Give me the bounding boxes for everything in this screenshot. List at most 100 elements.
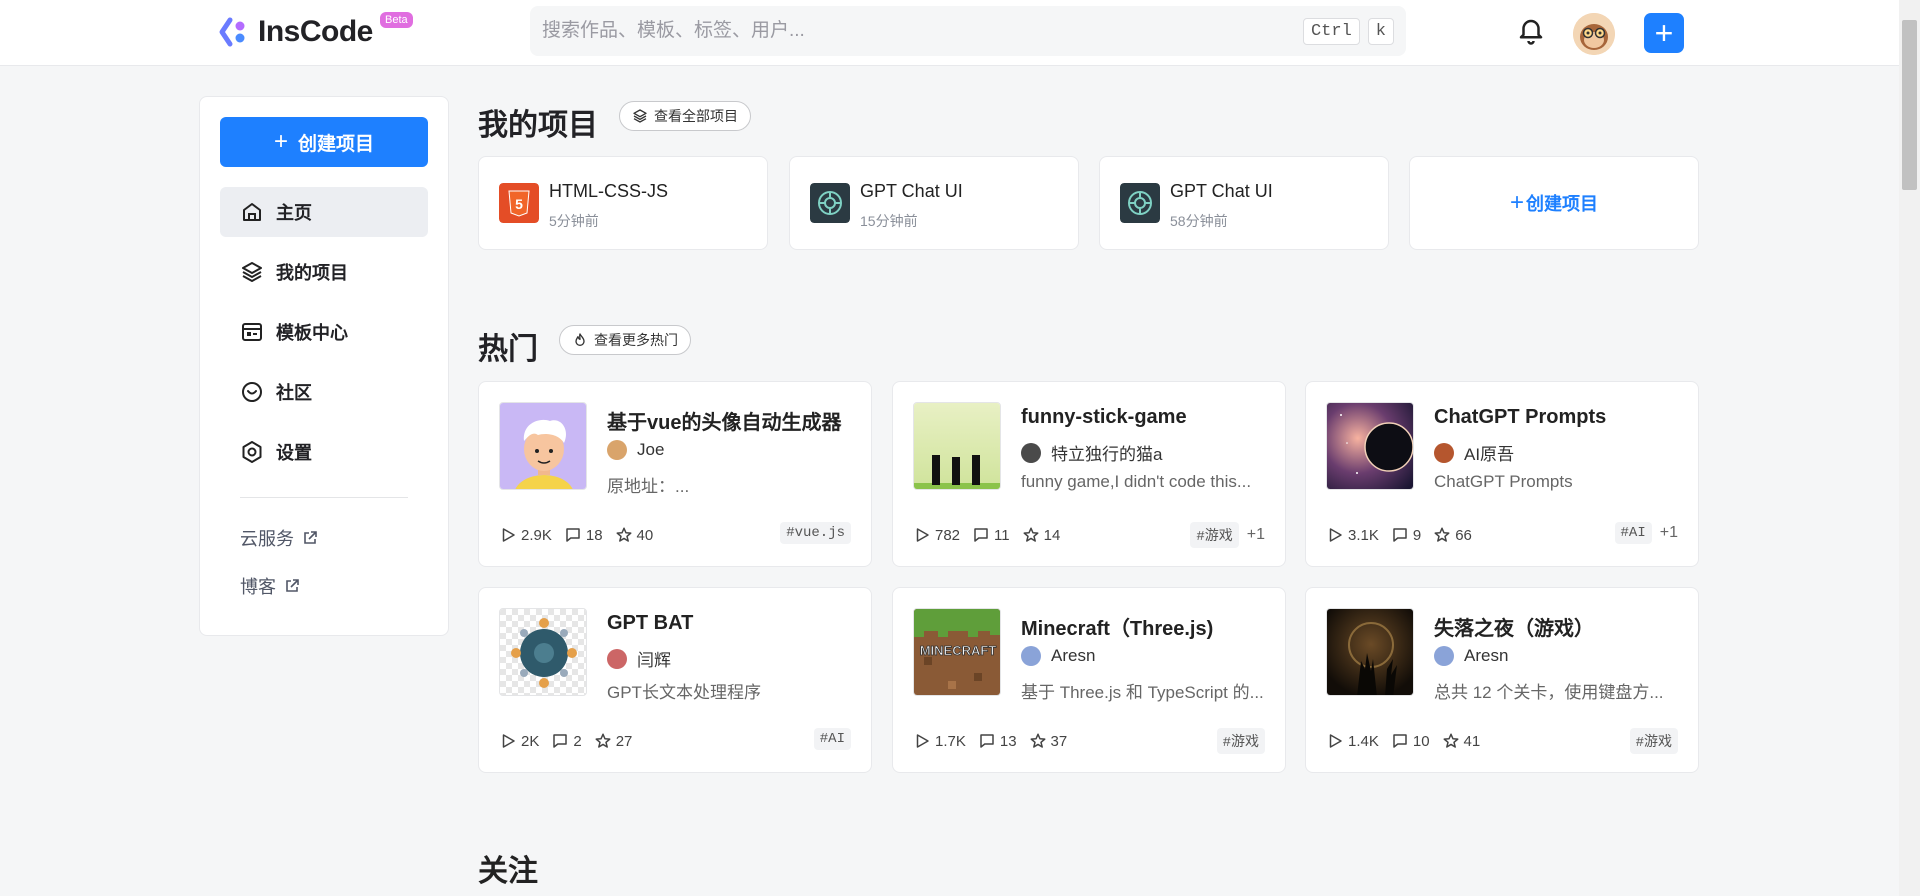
tag[interactable]: #vue.js — [780, 522, 851, 544]
hot-project-desc: funny game,I didn't code this... — [1021, 472, 1252, 491]
settings-icon — [242, 441, 262, 463]
star-icon — [1443, 733, 1459, 748]
hot-project-card[interactable]: GPT BAT 闫辉 GPT长文本处理程序 2K 2 27 #AI — [478, 587, 872, 773]
project-stats: 2.9K 18 40 — [499, 526, 665, 544]
stars-stat: 66 — [1433, 526, 1472, 544]
blog-link[interactable]: 博客 — [240, 573, 300, 599]
hot-project-card[interactable]: 基于vue的头像自动生成器 Joe 原地址：... 2.9K 18 40 #vu… — [478, 381, 872, 567]
sidebar-item-settings[interactable]: 设置 — [220, 427, 428, 477]
hot-project-card[interactable]: funny-stick-game 特立独行的猫a funny game,I di… — [892, 381, 1286, 567]
hot-project-card[interactable]: ChatGPT Prompts AI原吾 ChatGPT Prompts 3.1… — [1305, 381, 1699, 567]
views-stat: 2.9K — [499, 526, 552, 544]
hot-project-author[interactable]: 闫辉 — [607, 646, 671, 671]
notification-bell-icon[interactable] — [1516, 16, 1546, 46]
hot-project-card[interactable]: MINECRAFT Minecraft（Three.js) Aresn 基于 T… — [892, 587, 1286, 773]
comments-count: 13 — [999, 732, 1017, 750]
comment-icon — [1393, 528, 1407, 542]
inscode-logo-icon — [219, 17, 245, 47]
cloud-service-link[interactable]: 云服务 — [240, 525, 318, 551]
cartoon-avatar-image — [500, 403, 586, 489]
my-projects-title: 我的项目 — [478, 109, 598, 142]
author-avatar — [1434, 442, 1454, 463]
hot-project-desc: GPT长文本处理程序 — [607, 683, 761, 702]
tags: #vue.js — [780, 522, 851, 544]
comment-icon — [1393, 734, 1407, 748]
shortcut-ctrl-key: Ctrl — [1302, 17, 1360, 45]
author-name: Aresn — [1051, 646, 1096, 665]
recent-project-time: 15分钟前 — [860, 213, 918, 229]
tags: #游戏 — [1216, 728, 1265, 754]
search-bar[interactable]: Ctrl k — [530, 6, 1406, 56]
author-name: AI原吾 — [1464, 445, 1515, 464]
sidebar-item-label: 模板中心 — [276, 323, 348, 343]
fire-icon — [575, 333, 585, 346]
hot-project-author[interactable]: Aresn — [1434, 646, 1508, 666]
create-project-button[interactable]: + 创建项目 — [220, 117, 428, 167]
hot-project-author[interactable]: AI原吾 — [1434, 440, 1514, 465]
tag[interactable]: #AI — [813, 728, 851, 750]
play-icon — [1329, 734, 1342, 748]
tags: #AI +1 — [1614, 522, 1678, 544]
sidebar: + 创建项目 主页 我的项目 模板中心 社区 设置 云服务 博客 — [199, 96, 449, 636]
create-project-label: 创建项目 — [298, 133, 375, 155]
beta-badge: Beta — [380, 12, 413, 28]
tag[interactable]: #AI — [1614, 522, 1652, 544]
svg-text:5: 5 — [515, 196, 523, 212]
recent-project-title: GPT Chat UI — [1170, 181, 1273, 201]
views-stat: 1.4K — [1326, 732, 1379, 750]
scrollbar-thumb[interactable] — [1902, 20, 1917, 190]
project-thumbnail — [913, 402, 1001, 490]
create-project-card[interactable]: + 创建项目 — [1409, 156, 1699, 250]
stars-count: 41 — [1463, 732, 1481, 750]
tag[interactable]: #游戏 — [1190, 522, 1239, 548]
tag[interactable]: #游戏 — [1216, 728, 1265, 754]
view-more-hot-button[interactable]: 查看更多热门 — [559, 325, 691, 355]
logo[interactable]: InsCode Beta — [218, 12, 413, 50]
new-project-button[interactable]: + — [1644, 13, 1684, 53]
link-label: 博客 — [240, 577, 276, 597]
comments-count: 18 — [585, 526, 603, 544]
pill-label: 查看全部项目 — [654, 108, 738, 124]
project-stats: 1.4K 10 41 — [1326, 732, 1492, 750]
recent-project-card[interactable]: GPT Chat UI 15分钟前 — [789, 156, 1079, 250]
sidebar-item-my-projects[interactable]: 我的项目 — [220, 247, 428, 297]
user-avatar[interactable] — [1573, 13, 1615, 55]
views-count: 1.7K — [935, 732, 966, 750]
space-planet-image — [1327, 403, 1413, 489]
hot-project-card[interactable]: 失落之夜（游戏） Aresn 总共 12 个关卡，使用键盘方... 1.4K 1… — [1305, 587, 1699, 773]
create-project-label: 创建项目 — [1526, 194, 1598, 214]
hot-project-title: GPT BAT — [607, 612, 694, 634]
recent-project-card[interactable]: GPT Chat UI 58分钟前 — [1099, 156, 1389, 250]
sidebar-item-templates[interactable]: 模板中心 — [220, 307, 428, 357]
comments-stat: 9 — [1391, 526, 1421, 544]
stars-count: 27 — [615, 732, 633, 750]
sidebar-item-label: 我的项目 — [276, 263, 348, 283]
hot-project-author[interactable]: 特立独行的猫a — [1021, 440, 1162, 465]
more-tags-count[interactable]: +1 — [1660, 524, 1678, 542]
gpt-bat-image — [500, 609, 586, 695]
pill-label: 查看更多热门 — [594, 332, 678, 348]
recent-project-time: 5分钟前 — [549, 213, 599, 229]
comment-icon — [980, 734, 994, 748]
sidebar-item-community[interactable]: 社区 — [220, 367, 428, 417]
hot-project-desc: ChatGPT Prompts — [1434, 472, 1573, 491]
sidebar-item-home[interactable]: 主页 — [220, 187, 428, 237]
hot-project-title: ChatGPT Prompts — [1434, 406, 1607, 428]
comments-stat: 18 — [564, 526, 603, 544]
tag[interactable]: #游戏 — [1629, 728, 1678, 754]
hot-project-author[interactable]: Joe — [607, 440, 664, 460]
recent-project-card[interactable]: 5 HTML-CSS-JS 5分钟前 — [478, 156, 768, 250]
more-tags-count[interactable]: +1 — [1247, 526, 1265, 544]
hot-project-author[interactable]: Aresn — [1021, 646, 1095, 666]
external-link-icon — [304, 531, 317, 544]
recent-project-title: HTML-CSS-JS — [549, 181, 669, 201]
views-count: 3.1K — [1348, 526, 1379, 544]
view-all-projects-button[interactable]: 查看全部项目 — [619, 101, 751, 131]
minecraft-image: MINECRAFT — [914, 609, 1000, 695]
comments-stat: 11 — [972, 526, 1010, 544]
play-icon — [1329, 528, 1342, 542]
views-stat: 1.7K — [913, 732, 966, 750]
shortcut-k-key: k — [1367, 17, 1394, 45]
search-input[interactable] — [542, 20, 1295, 42]
sidebar-item-label: 设置 — [276, 443, 312, 463]
